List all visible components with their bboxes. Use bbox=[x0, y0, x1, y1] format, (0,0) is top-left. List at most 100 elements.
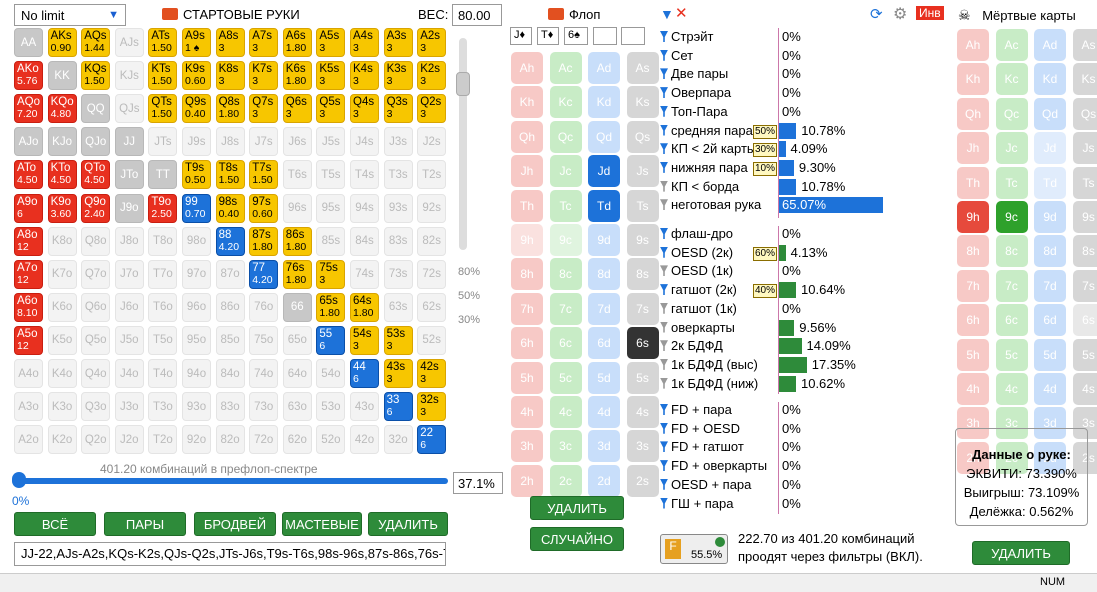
filter-icon[interactable] bbox=[660, 246, 668, 258]
hand-cell[interactable]: 32s 3 bbox=[417, 392, 447, 422]
hand-cell[interactable]: T6s bbox=[282, 160, 312, 190]
flop-card[interactable]: 6s bbox=[626, 327, 659, 360]
dead-card[interactable]: Qh bbox=[957, 97, 989, 130]
hand-cell[interactable]: 76s 1.80 bbox=[282, 259, 312, 289]
stat-row[interactable]: FD + гатшот bbox=[660, 439, 744, 455]
flop-card[interactable]: Qc bbox=[549, 120, 582, 153]
hand-cell[interactable]: T5o bbox=[148, 325, 178, 355]
dead-card[interactable]: Ad bbox=[1034, 29, 1066, 61]
filter-icon[interactable] bbox=[660, 265, 668, 277]
hand-cell[interactable]: 53o bbox=[316, 392, 346, 422]
hand-cell[interactable]: J4o bbox=[114, 359, 144, 388]
hand-cell[interactable]: T4s bbox=[350, 160, 379, 190]
hand-cell[interactable]: 64s 1.80 bbox=[350, 292, 379, 322]
hand-cell[interactable]: K9o 3.60 bbox=[47, 193, 77, 223]
dead-card[interactable]: 8c bbox=[995, 235, 1028, 268]
hand-cell[interactable]: 93s bbox=[383, 193, 413, 223]
hand-cell[interactable]: 73s bbox=[383, 259, 413, 289]
flop-card[interactable]: 3d bbox=[588, 430, 620, 463]
dead-card[interactable]: 5c bbox=[995, 338, 1028, 371]
dead-card[interactable]: Jh bbox=[957, 132, 989, 165]
hand-cell[interactable]: 83o bbox=[215, 392, 245, 422]
flop-card[interactable]: As bbox=[626, 52, 659, 84]
hand-cell[interactable]: 66 bbox=[282, 292, 312, 322]
flop-card[interactable]: Jh bbox=[511, 155, 543, 188]
hand-cell[interactable]: J7o bbox=[114, 259, 144, 289]
hand-cell[interactable]: K3s 3 bbox=[383, 61, 413, 91]
hand-cell[interactable]: 74o bbox=[249, 359, 279, 388]
filter-icon[interactable] bbox=[660, 497, 668, 509]
hand-cell[interactable]: K2s 3 bbox=[417, 61, 447, 91]
stat-row[interactable]: гатшот (2к) bbox=[660, 282, 737, 298]
stat-row[interactable]: оверкарты bbox=[660, 320, 735, 336]
refresh-icon[interactable]: ⟳ bbox=[870, 5, 883, 23]
hand-cell[interactable]: TT bbox=[148, 160, 178, 190]
filter-icon[interactable] bbox=[660, 441, 668, 453]
hand-cell[interactable]: JTs bbox=[148, 127, 178, 157]
dead-card[interactable]: 6c bbox=[995, 304, 1028, 337]
filter-icon[interactable] bbox=[660, 321, 668, 333]
filter-icon[interactable] bbox=[660, 161, 668, 173]
hand-cell[interactable]: 88 4.20 bbox=[215, 226, 245, 256]
invert-badge[interactable]: Инв bbox=[916, 6, 944, 20]
flop-card[interactable]: Ad bbox=[588, 52, 620, 84]
hand-cell[interactable]: K6s 1.80 bbox=[282, 61, 312, 91]
hand-cell[interactable]: 72s bbox=[417, 259, 447, 289]
stat-row[interactable]: неготовая рука bbox=[660, 197, 761, 213]
hand-cell[interactable]: 96s bbox=[282, 193, 312, 223]
dead-card[interactable]: 7h bbox=[957, 269, 989, 302]
hand-cell[interactable]: K9s 0.60 bbox=[182, 61, 211, 91]
hand-cell[interactable]: QJs bbox=[114, 94, 144, 124]
hand-cell[interactable]: A3s 3 bbox=[383, 28, 413, 57]
weight-input[interactable]: 80.00 bbox=[452, 4, 502, 26]
flop-delete-button[interactable]: УДАЛИТЬ bbox=[530, 496, 624, 520]
dead-card[interactable]: Qs bbox=[1072, 97, 1097, 130]
hand-cell[interactable]: A6o 8.10 bbox=[14, 292, 43, 322]
filter-icon[interactable] bbox=[660, 404, 668, 415]
flop-card[interactable]: 9h bbox=[511, 224, 543, 256]
dead-card[interactable]: 4d bbox=[1034, 373, 1066, 405]
filter-icon[interactable] bbox=[660, 49, 668, 61]
hand-cell[interactable]: K7s 3 bbox=[249, 61, 279, 91]
flop-card[interactable]: 6c bbox=[549, 327, 582, 360]
hand-cell[interactable]: K7o bbox=[47, 259, 77, 289]
hand-cell[interactable]: A3o bbox=[14, 392, 43, 422]
hand-cell[interactable]: 43s 3 bbox=[383, 359, 413, 388]
dead-card[interactable]: Th bbox=[957, 166, 989, 199]
flop-card[interactable]: 6h bbox=[511, 327, 543, 360]
hand-cell[interactable]: 73o bbox=[249, 392, 279, 422]
gear-icon[interactable]: ⚙ bbox=[893, 4, 907, 24]
filter-icon[interactable] bbox=[660, 358, 668, 370]
hand-cell[interactable]: J5o bbox=[114, 325, 144, 355]
hand-cell[interactable]: 86s 1.80 bbox=[282, 226, 312, 256]
stat-threshold-tag[interactable]: 60% bbox=[753, 246, 778, 261]
hand-cell[interactable]: QTo 4.50 bbox=[81, 160, 111, 190]
hand-cell[interactable]: T4o bbox=[148, 359, 178, 388]
hand-cell[interactable]: K4s 3 bbox=[350, 61, 379, 91]
flop-random-button[interactable]: СЛУЧАЙНО bbox=[530, 527, 624, 551]
filter-icon[interactable] bbox=[660, 377, 668, 389]
range-vertical-slider[interactable] bbox=[459, 38, 467, 250]
dead-card[interactable]: 9s bbox=[1072, 201, 1097, 233]
flop-card[interactable]: Ah bbox=[511, 52, 543, 84]
flop-card[interactable]: 5s bbox=[626, 361, 659, 394]
dead-card[interactable]: 8d bbox=[1034, 235, 1066, 268]
flop-slot-3[interactable]: 6♠ bbox=[564, 27, 588, 45]
flop-card[interactable]: 4s bbox=[626, 396, 659, 428]
stat-row[interactable]: флаш-дро bbox=[660, 226, 733, 242]
hand-cell[interactable]: T9s 0.50 bbox=[182, 160, 211, 190]
stat-row[interactable]: нижняя пара bbox=[660, 160, 748, 176]
hand-cell[interactable]: J9s bbox=[182, 127, 211, 157]
stat-threshold-tag[interactable]: 10% bbox=[753, 161, 778, 176]
dead-card[interactable]: 9h bbox=[957, 201, 989, 233]
hand-cell[interactable]: 87o bbox=[215, 259, 245, 289]
stat-row[interactable]: гатшот (1к) bbox=[660, 301, 737, 317]
hand-cell[interactable]: 76o bbox=[249, 292, 279, 322]
hand-cell[interactable]: A6s 1.80 bbox=[282, 28, 312, 57]
dead-card[interactable]: 6h bbox=[957, 304, 989, 337]
dead-card[interactable]: 5h bbox=[957, 338, 989, 371]
hand-cell[interactable]: 85o bbox=[215, 325, 245, 355]
dead-card[interactable]: 6s bbox=[1072, 304, 1097, 337]
stat-row[interactable]: 1к БДФД (ниж) bbox=[660, 376, 758, 392]
flop-card[interactable]: Qh bbox=[511, 120, 543, 153]
